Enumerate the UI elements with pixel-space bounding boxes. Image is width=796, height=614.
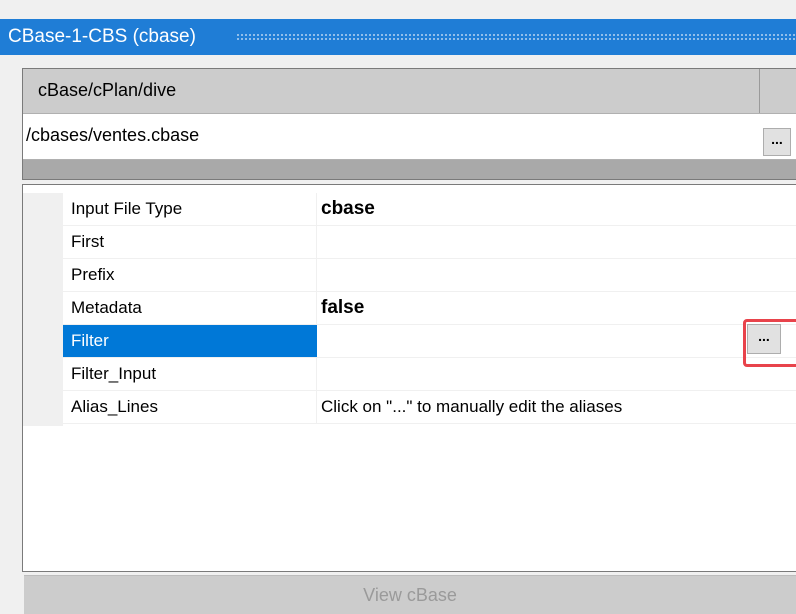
property-name: Filter — [63, 325, 317, 357]
path-row[interactable]: /cbases/ventes.cbase ... — [23, 113, 796, 160]
property-value[interactable]: false — [321, 292, 364, 324]
title-bar-grip — [236, 33, 796, 41]
path-column-header-spacer — [760, 69, 796, 113]
path-panel: cBase/cPlan/dive /cbases/ventes.cbase ..… — [22, 68, 796, 180]
property-grid-gutter — [23, 193, 63, 426]
property-name: Filter_Input — [63, 358, 317, 390]
path-header-label: cBase/cPlan/dive — [38, 80, 177, 100]
property-name: Alias_Lines — [63, 391, 317, 423]
property-value[interactable]: cbase — [321, 193, 375, 225]
property-grid: Input File Type cbase First Prefix Metad… — [22, 184, 796, 572]
property-row-alias-lines[interactable]: Alias_Lines Click on "..." to manually e… — [63, 391, 796, 424]
path-column-header: cBase/cPlan/dive — [23, 69, 760, 113]
property-row-input-file-type[interactable]: Input File Type cbase — [63, 193, 796, 226]
property-name: Prefix — [63, 259, 317, 291]
property-row-metadata[interactable]: Metadata false — [63, 292, 796, 325]
cbase-properties-window: CBase-1-CBS (cbase) cBase/cPlan/dive /cb… — [0, 0, 796, 614]
path-browse-button[interactable]: ... — [763, 128, 791, 156]
title-bar[interactable]: CBase-1-CBS (cbase) — [0, 19, 796, 55]
property-row-first[interactable]: First — [63, 226, 796, 259]
filter-browse-highlight — [743, 319, 796, 367]
cbase-path-value[interactable]: /cbases/ventes.cbase — [26, 125, 199, 146]
property-row-filter-input[interactable]: Filter_Input — [63, 358, 796, 391]
property-name: Metadata — [63, 292, 317, 324]
window-title: CBase-1-CBS (cbase) — [8, 26, 196, 47]
view-cbase-button[interactable]: View cBase — [24, 575, 796, 614]
property-row-filter[interactable]: Filter — [63, 325, 796, 358]
property-value[interactable]: Click on "..." to manually edit the alia… — [321, 391, 622, 423]
property-row-prefix[interactable]: Prefix — [63, 259, 796, 292]
property-name: First — [63, 226, 317, 258]
property-name: Input File Type — [63, 193, 317, 225]
